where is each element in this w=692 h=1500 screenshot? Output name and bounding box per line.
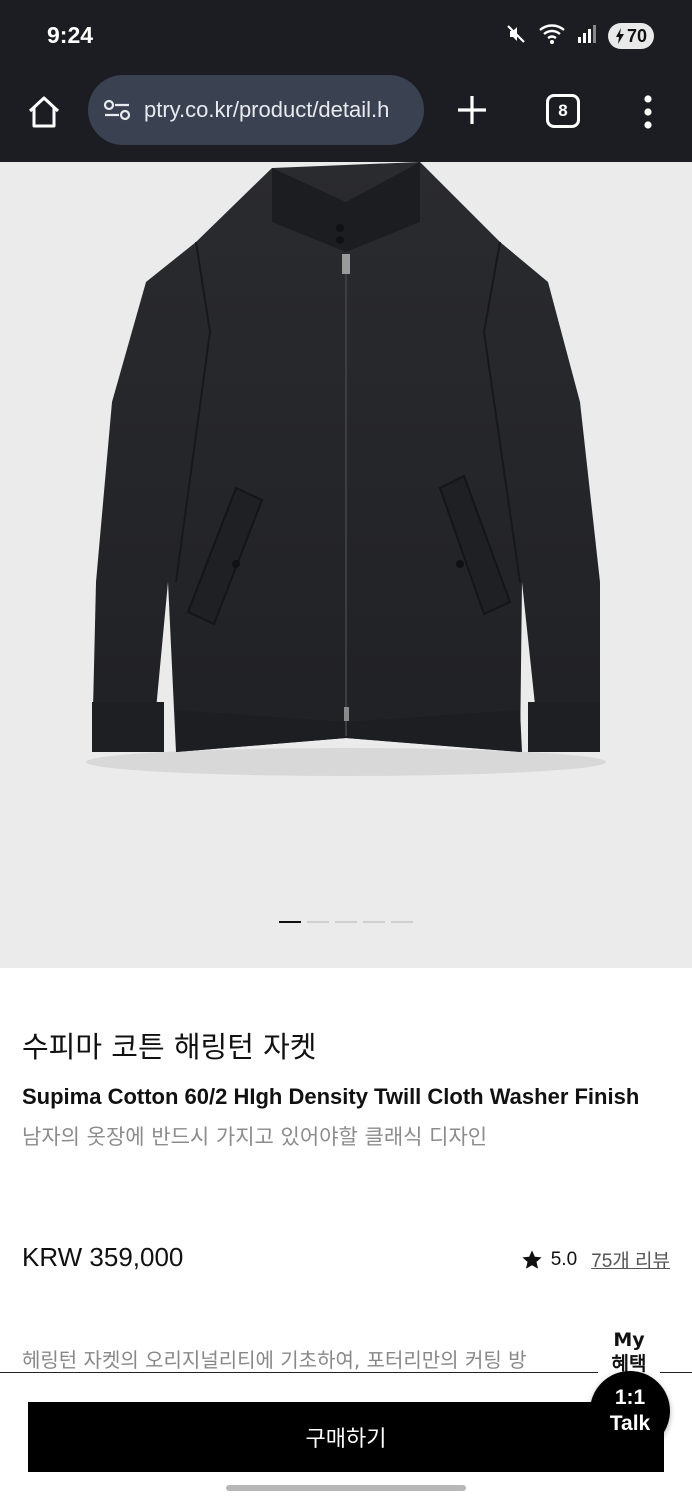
tab-count: 8 <box>558 101 568 120</box>
url-text: ptry.co.kr/product/detail.h <box>144 97 390 122</box>
signal-icon <box>576 23 598 49</box>
product-price: KRW 359,000 <box>22 1242 184 1272</box>
new-tab-button[interactable] <box>452 90 492 130</box>
product-subtitle: 남자의 옷장에 반드시 가지고 있어야할 클래식 디자인 <box>22 1125 488 1149</box>
rating-value: 5.0 <box>550 1248 578 1270</box>
carousel-dot-2[interactable] <box>307 921 329 923</box>
site-settings-icon[interactable] <box>102 95 132 125</box>
product-rating: 5.0 75개 리뷰 <box>521 1246 670 1273</box>
mute-icon <box>504 22 528 50</box>
browser-toolbar: ptry.co.kr/product/detail.h 8 <box>0 72 692 162</box>
jacket-image <box>86 162 606 776</box>
carousel-dot-4[interactable] <box>363 921 385 923</box>
carousel-dot-1[interactable] <box>279 921 301 923</box>
battery-level: 70 <box>626 25 648 46</box>
carousel-dot-3[interactable] <box>335 921 357 923</box>
plus-icon <box>458 96 486 124</box>
carousel-dot-5[interactable] <box>391 921 413 923</box>
bottom-action-bar: 구매하기 <box>0 1373 692 1500</box>
product-title-en: Supima Cotton 60/2 HIgh Density Twill Cl… <box>22 1084 640 1109</box>
more-vert-icon[interactable] <box>634 90 662 134</box>
product-info: 수피마 코튼 해링턴 자켓 Supima Cotton 60/2 HIgh De… <box>22 1025 672 1153</box>
status-time: 9:24 <box>47 22 94 48</box>
home-icon <box>28 96 60 128</box>
product-image[interactable] <box>0 162 692 968</box>
address-bar[interactable]: ptry.co.kr/product/detail.h <box>88 75 424 145</box>
my-benefits-button[interactable]: My 혜택 <box>598 1328 660 1376</box>
benefit-label-1: My <box>613 1329 645 1351</box>
battery-charging-icon: 70 <box>608 23 654 49</box>
status-bar: 9:24 70 <box>0 0 692 72</box>
talk-chat-button[interactable]: 1:1 Talk <box>590 1371 670 1451</box>
star-icon <box>522 1249 542 1269</box>
home-button[interactable] <box>22 90 66 134</box>
home-indicator <box>226 1485 466 1491</box>
reviews-link[interactable]: 75개 리뷰 <box>591 1246 670 1273</box>
product-description: 헤링턴 자켓의 오리지널리티에 기초하여, 포터리만의 커팅 방 <box>22 1348 527 1372</box>
buy-button[interactable]: 구매하기 <box>28 1402 664 1472</box>
wifi-icon <box>538 23 566 49</box>
talk-label-1: 1:1 <box>614 1386 646 1409</box>
product-title-ko: 수피마 코튼 해링턴 자켓 <box>22 1030 317 1064</box>
carousel-indicator <box>0 921 692 923</box>
status-icons: 70 <box>504 22 654 50</box>
tabs-icon[interactable]: 8 <box>546 94 580 128</box>
talk-label-2: Talk <box>609 1412 651 1435</box>
